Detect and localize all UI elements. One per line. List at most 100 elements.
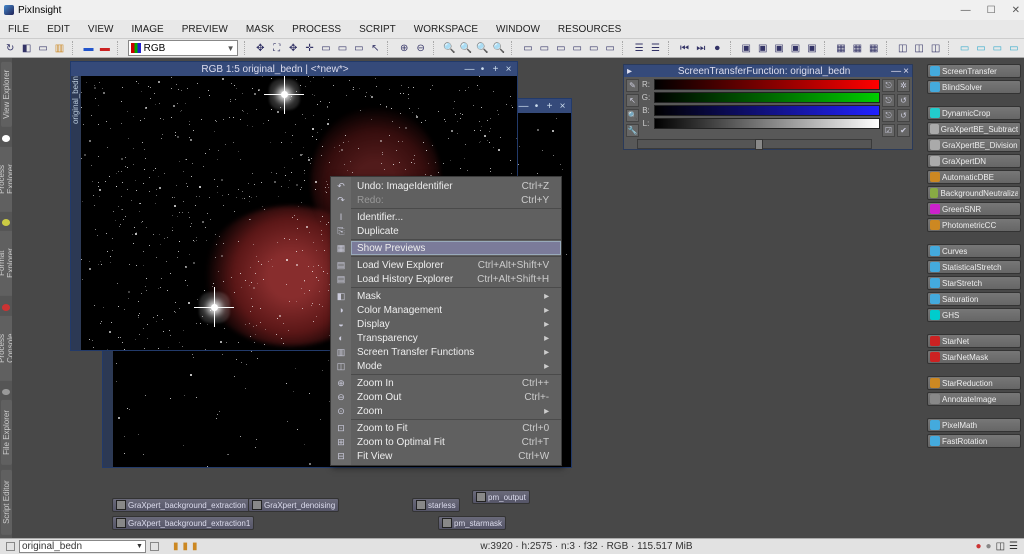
menu-file[interactable]: FILE [8,24,29,35]
ctx-item[interactable]: Transparency▸ [351,331,561,345]
shade-icon[interactable]: — [891,66,901,77]
lay5-icon[interactable]: ▣ [806,41,818,55]
tab-file-explorer[interactable]: File Explorer [1,400,12,465]
rect2-icon[interactable]: ▭ [336,41,348,55]
reset-icon[interactable]: ↻ [4,41,16,55]
panel1-icon[interactable]: ▭ [522,41,534,55]
close-icon[interactable]: × [557,101,568,112]
stf-wrench-icon[interactable]: 🔧 [626,124,639,137]
stf-pointer-icon[interactable]: ↖ [626,94,639,107]
status-menu-icon[interactable]: ☰ [1009,541,1018,552]
ctx-item[interactable]: Display▸ [351,317,561,331]
status-view-combo[interactable]: original_bedn ▼ [19,540,146,553]
panel6-icon[interactable]: ▭ [604,41,616,55]
menu-window[interactable]: WINDOW [496,24,540,35]
menu-workspace[interactable]: WORKSPACE [414,24,478,35]
process-icon[interactable]: GraXpertBE_Subtraction [927,122,1021,136]
stf-gear-icon[interactable]: ✲ [897,79,910,92]
maximize-icon[interactable]: + [544,101,555,112]
maximize-button[interactable]: ☐ [987,5,996,16]
minimized-image-tab[interactable]: pm_starmask [438,516,506,530]
win1-icon[interactable]: ◫ [897,41,909,55]
menu-image[interactable]: IMAGE [131,24,163,35]
ctx-item[interactable]: Duplicate [351,224,561,238]
lay1-icon[interactable]: ▣ [740,41,752,55]
process-icon[interactable]: BackgroundNeutralization [927,186,1021,200]
ctx-item[interactable]: Zoom to Optimal FitCtrl+T [351,435,561,449]
imgwin-titlebar[interactable]: RGB 1:5 original_bedn | <*new*> — • + × [71,62,517,76]
mag4-icon[interactable]: 🔍 [493,41,505,55]
process-icon[interactable]: Curves [927,244,1021,258]
ctx-item[interactable]: Color Management▸ [351,303,561,317]
minimized-image-tab[interactable]: GraXpert_background_extraction [112,498,250,512]
ctx-item[interactable]: Screen Transfer Functions▸ [351,345,561,359]
channel-combo[interactable]: ▼ [128,40,238,56]
stf-channel-row[interactable]: R: [641,79,880,90]
status-square2-icon[interactable] [150,542,159,551]
lay3-icon[interactable]: ▣ [773,41,785,55]
stf-check-icon[interactable]: ☑ [882,124,895,137]
mag3-icon[interactable]: 🔍 [476,41,488,55]
process-icon[interactable]: GHS [927,308,1021,322]
window-icon[interactable]: ▭ [37,41,49,55]
open-icon[interactable]: ▥ [53,41,65,55]
minimize-icon[interactable]: — [518,101,529,112]
crosshair-icon[interactable]: ✛ [303,41,315,55]
stf-track[interactable] [637,139,872,149]
stf-channel-row[interactable]: B: [641,105,880,116]
menu-edit[interactable]: EDIT [47,24,70,35]
menu-resources[interactable]: RESOURCES [558,24,621,35]
minimized-image-tab[interactable]: starless [412,498,460,512]
close-button[interactable]: ✕ [1012,5,1020,16]
hist1-icon[interactable]: ☰ [633,41,645,55]
process-icon[interactable]: AnnotateImage [927,392,1021,406]
shade-icon[interactable]: • [531,101,542,112]
ctx-item[interactable]: Mode▸ [351,359,561,373]
stf-reset2-icon[interactable]: ↺ [897,109,910,122]
menu-preview[interactable]: PREVIEW [182,24,228,35]
stf-window[interactable]: ▸ ScreenTransferFunction: original_bedn … [623,64,913,150]
minimized-image-tab[interactable]: GraXpert_background_extraction1 [112,516,254,530]
status-rec2-icon[interactable]: ● [986,541,992,552]
menu-script[interactable]: SCRIPT [359,24,396,35]
process-icon[interactable]: PixelMath [927,418,1021,432]
close-icon[interactable]: × [903,66,909,77]
mon4-icon[interactable]: ▭ [1008,41,1020,55]
process-icon[interactable]: StarStretch [927,276,1021,290]
mon1-icon[interactable]: ▭ [958,41,970,55]
process-icon[interactable]: StarNet [927,334,1021,348]
tab-view-explorer[interactable]: View Explorer [1,62,12,127]
stf-channel-row[interactable]: L: [641,118,880,129]
shade-icon[interactable]: • [477,64,488,75]
minimized-image-tab[interactable]: pm_output [472,490,530,504]
nav2-icon[interactable]: ⏭ [695,41,707,55]
ctx-item[interactable]: Mask▸ [351,289,561,303]
stf-link2-icon[interactable]: ⎋ [882,94,895,107]
mag1-icon[interactable]: 🔍 [443,41,455,55]
ctx-item[interactable]: Fit ViewCtrl+W [351,449,561,463]
mon3-icon[interactable]: ▭ [991,41,1003,55]
mon2-icon[interactable]: ▭ [975,41,987,55]
stf-link-icon[interactable]: ⎋ [882,79,895,92]
status-pane-icon[interactable]: ◫ [996,541,1005,552]
stf-edit-icon[interactable]: ✎ [626,79,639,92]
stf-titlebar[interactable]: ▸ ScreenTransferFunction: original_bedn … [624,65,912,77]
rect3-icon[interactable]: ▭ [353,41,365,55]
grid2-icon[interactable]: ▦ [851,41,863,55]
process-icon[interactable]: BlindSolver [927,80,1021,94]
minimize-icon[interactable]: — [464,64,475,75]
process-icon[interactable]: GraXpertDN [927,154,1021,168]
panel3-icon[interactable]: ▭ [555,41,567,55]
ctx-item[interactable]: Zoom OutCtrl+- [351,390,561,404]
lay4-icon[interactable]: ▣ [789,41,801,55]
status-square-icon[interactable] [6,542,15,551]
minimize-button[interactable]: — [961,5,971,16]
rgb-icon[interactable]: ◧ [20,41,32,55]
process-icon[interactable]: StarNetMask [927,350,1021,364]
saveall-icon[interactable]: ▬ [99,41,111,55]
panel2-icon[interactable]: ▭ [538,41,550,55]
zoomout-icon[interactable]: ⊖ [414,41,426,55]
ctx-item[interactable]: Show Previews [351,241,561,255]
save-icon[interactable]: ▬ [82,41,94,55]
stf-reset-icon[interactable]: ↺ [897,94,910,107]
